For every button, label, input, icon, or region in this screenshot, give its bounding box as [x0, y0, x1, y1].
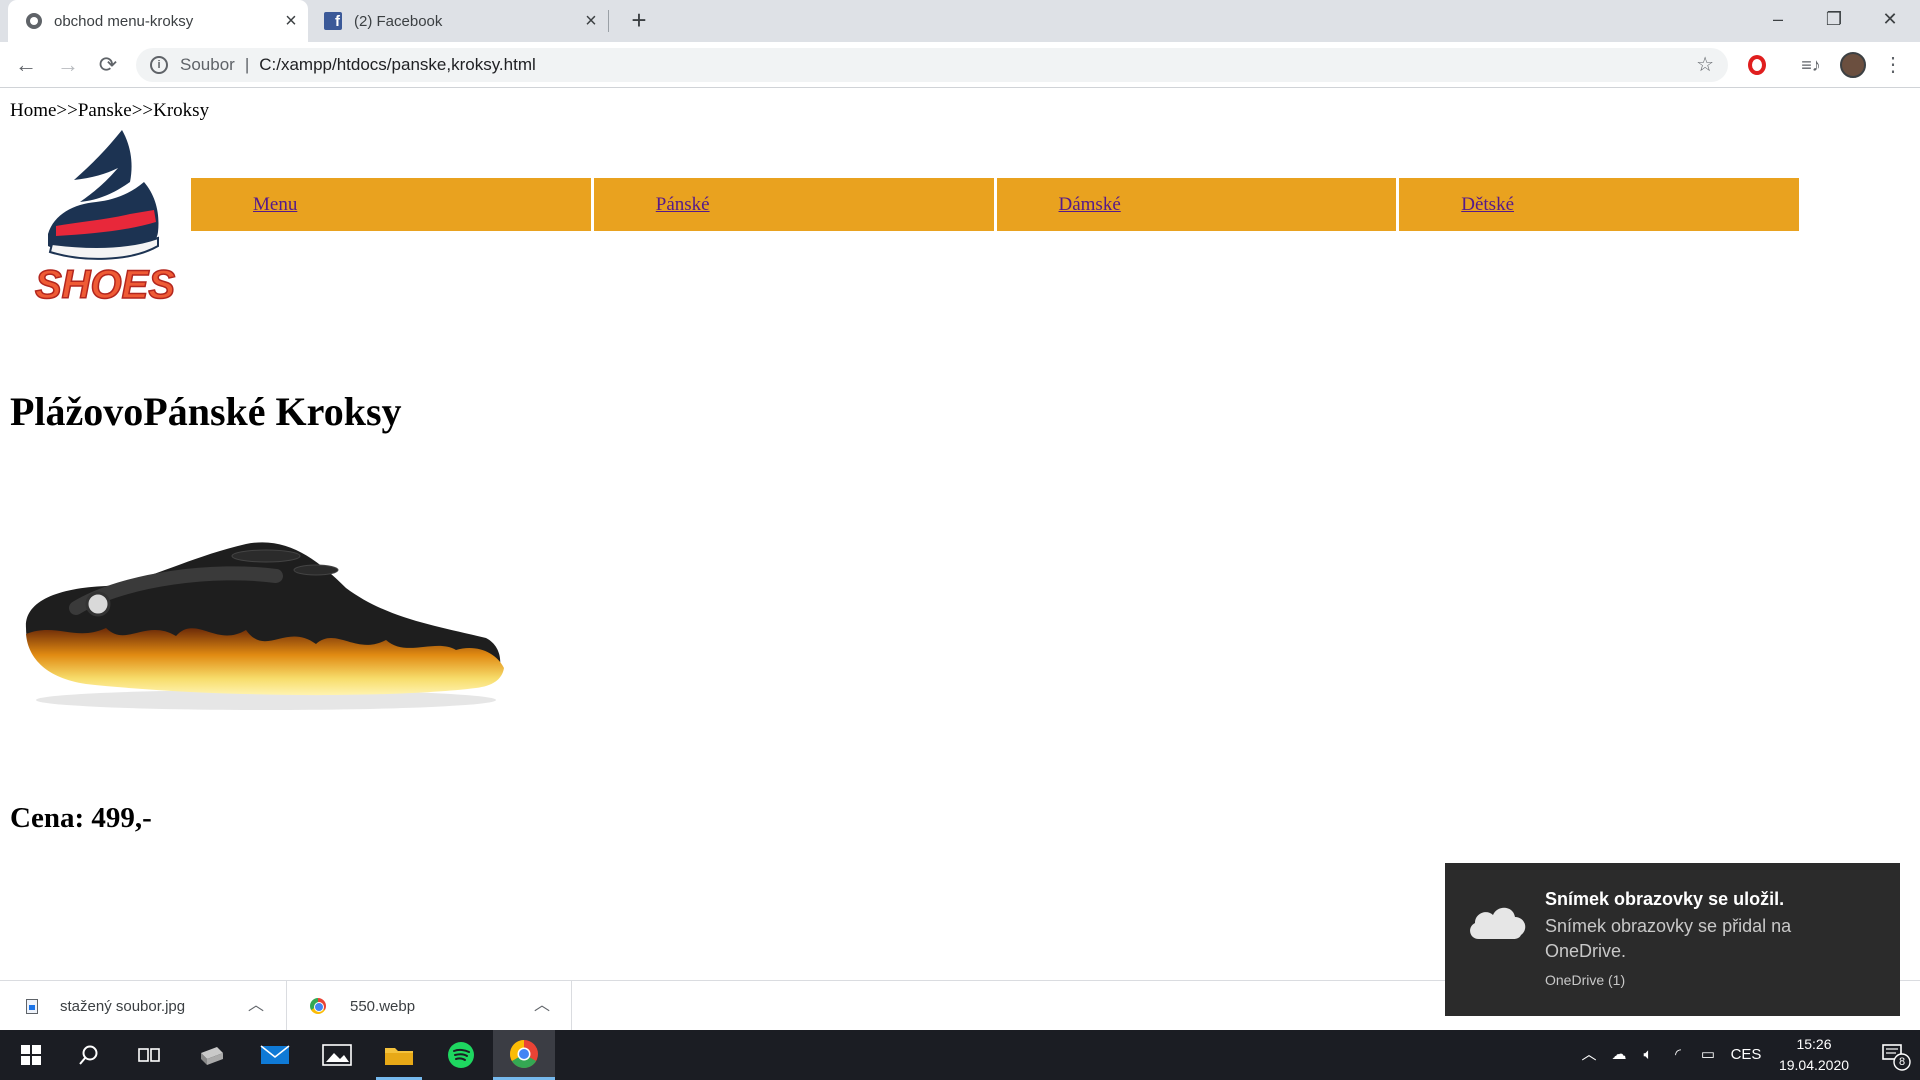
- task-view-icon: [138, 1048, 160, 1062]
- menu-link[interactable]: Menu: [253, 194, 297, 216]
- damske-link[interactable]: Dámské: [1059, 194, 1121, 216]
- tab-facebook[interactable]: f (2) Facebook ×: [308, 0, 608, 42]
- action-center-button[interactable]: 8: [1866, 1030, 1920, 1080]
- download-item[interactable]: 550.webp ︿: [310, 981, 560, 1031]
- scanner-icon: [201, 1047, 223, 1065]
- chrome-icon: [310, 998, 326, 1014]
- clock-date: 19.04.2020: [1778, 1057, 1850, 1073]
- mail-app[interactable]: [244, 1030, 306, 1080]
- page-title: PlážovoPánské Kroksy: [10, 389, 402, 434]
- notification-body: Snímek obrazovky se přidal na OneDrive.: [1545, 916, 1792, 961]
- address-bar[interactable]: i Soubor | C:/xampp/htdocs/panske,kroksy…: [136, 48, 1728, 82]
- notification-icon: [1882, 1044, 1911, 1071]
- shoes-logo: SHOES: [34, 130, 176, 308]
- scanner-app[interactable]: [180, 1030, 242, 1080]
- volume-icon[interactable]: 🔈︎: [1634, 1030, 1662, 1080]
- chrome-icon: [510, 1039, 538, 1068]
- breadcrumb: Home>>Panske>>Kroksy: [10, 100, 210, 121]
- logo-text: SHOES: [35, 263, 175, 307]
- chevron-up-icon[interactable]: ︿: [1576, 1030, 1602, 1080]
- detske-link[interactable]: Dětské: [1461, 194, 1514, 216]
- photos-app[interactable]: [306, 1030, 368, 1080]
- notification-title: Snímek obrazovky se uložil.: [1545, 889, 1785, 909]
- address-url[interactable]: C:/xampp/htdocs/panske,kroksy.html: [259, 55, 536, 75]
- spotify-app[interactable]: [430, 1030, 492, 1080]
- clock-time: 15:26: [1796, 1036, 1832, 1052]
- profile-avatar[interactable]: [1836, 42, 1870, 88]
- forward-button[interactable]: →: [50, 42, 86, 88]
- tab-obchod[interactable]: obchod menu-kroksy ×: [8, 0, 308, 42]
- download-separator: [571, 981, 572, 1031]
- download-item[interactable]: stažený soubor.jpg ︿: [26, 981, 274, 1031]
- tab-separator: [608, 10, 609, 32]
- opera-icon[interactable]: [1740, 42, 1774, 88]
- main-menu: Menu Pánské Dámské Dětské: [191, 178, 1799, 231]
- clock[interactable]: 15:26 19.04.2020: [1764, 1034, 1864, 1076]
- globe-icon: [26, 13, 42, 29]
- tab-strip: obchod menu-kroksy × f (2) Facebook × + …: [0, 0, 1920, 42]
- onedrive-cloud-icon: [1470, 907, 1526, 939]
- menu-item-menu: Menu: [191, 178, 591, 231]
- minimize-button[interactable]: –: [1750, 0, 1806, 42]
- menu-icon[interactable]: ⋮: [1876, 42, 1910, 88]
- start-icon: [21, 1045, 41, 1065]
- chrome-app[interactable]: [493, 1030, 555, 1080]
- maximize-button[interactable]: ❐: [1806, 0, 1862, 42]
- menu-item-detske: Dětské: [1399, 178, 1799, 231]
- language-indicator[interactable]: CES: [1728, 1030, 1764, 1080]
- onedrive-tray-icon[interactable]: ☁: [1604, 1030, 1634, 1080]
- task-view-button[interactable]: [118, 1030, 180, 1080]
- battery-icon[interactable]: ▭: [1694, 1030, 1722, 1080]
- download-filename: 550.webp: [350, 997, 416, 1015]
- taskbar: ︿ ☁ 🔈︎ ◜ ▭ CES 15:26 19.04.2020 8: [0, 1030, 1920, 1080]
- panske-link[interactable]: Pánské: [656, 194, 710, 216]
- menu-item-damske: Dámské: [996, 178, 1397, 231]
- file-image-icon: [26, 998, 38, 1014]
- file-explorer-app[interactable]: [368, 1030, 430, 1080]
- web-page: Home>>Panske>>Kroksy SHOES Menu Pánské D…: [0, 88, 1920, 980]
- browser-toolbar: ← → ⟳ i Soubor | C:/xampp/htdocs/panske,…: [0, 42, 1920, 88]
- menu-item-panske: Pánské: [593, 178, 994, 231]
- address-separator: |: [244, 55, 250, 74]
- back-button[interactable]: ←: [8, 42, 44, 88]
- tab-title: (2) Facebook: [354, 12, 443, 30]
- facebook-icon: f: [324, 12, 342, 30]
- new-tab-button[interactable]: +: [622, 0, 656, 42]
- product-price: Cena: 499,-: [10, 802, 152, 834]
- chevron-up-icon[interactable]: ︿: [248, 981, 264, 1031]
- media-control-icon[interactable]: ≡♪: [1794, 42, 1828, 88]
- close-window-button[interactable]: ✕: [1862, 0, 1918, 42]
- address-scheme: Soubor: [180, 55, 235, 74]
- search-button[interactable]: [58, 1030, 120, 1080]
- spotify-icon: [448, 1042, 474, 1068]
- onedrive-notification[interactable]: Snímek obrazovky se uložil. Snímek obraz…: [1445, 863, 1900, 1016]
- mail-icon: [260, 1045, 290, 1064]
- file-explorer-icon: [385, 1048, 413, 1065]
- info-icon[interactable]: i: [150, 56, 168, 74]
- product-image: [25, 542, 504, 710]
- download-separator: [286, 981, 287, 1031]
- chevron-up-icon[interactable]: ︿: [534, 981, 550, 1031]
- close-tab-icon[interactable]: ×: [574, 0, 608, 42]
- photos-icon: [322, 1044, 352, 1066]
- notification-source: OneDrive (1): [1545, 972, 1626, 988]
- wifi-icon[interactable]: ◜: [1664, 1030, 1692, 1080]
- star-icon[interactable]: ☆: [1696, 48, 1714, 82]
- notification-count: 8: [1898, 1056, 1906, 1068]
- reload-button[interactable]: ⟳: [90, 42, 126, 88]
- close-tab-icon[interactable]: ×: [274, 0, 308, 42]
- search-icon: [79, 1045, 98, 1065]
- download-filename: stažený soubor.jpg: [60, 997, 186, 1015]
- tab-title: obchod menu-kroksy: [54, 12, 194, 30]
- start-button[interactable]: [0, 1030, 62, 1080]
